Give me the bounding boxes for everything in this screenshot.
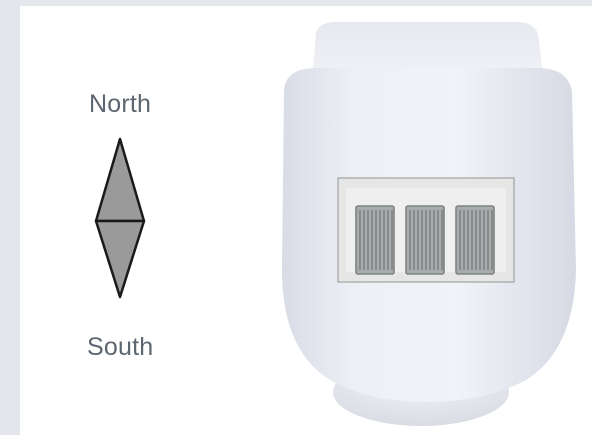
compass-north-half	[94, 137, 146, 223]
sensor-coil-1	[355, 205, 395, 275]
sensor-coils	[355, 205, 495, 275]
compass-south-half	[94, 219, 146, 299]
sensor-device-image	[282, 22, 576, 426]
north-label: North	[89, 90, 152, 118]
sensor-coil-2	[405, 205, 445, 275]
south-label: South	[87, 333, 154, 361]
sensor-coil-3	[455, 205, 495, 275]
compass-north-arrow-icon	[94, 137, 146, 299]
